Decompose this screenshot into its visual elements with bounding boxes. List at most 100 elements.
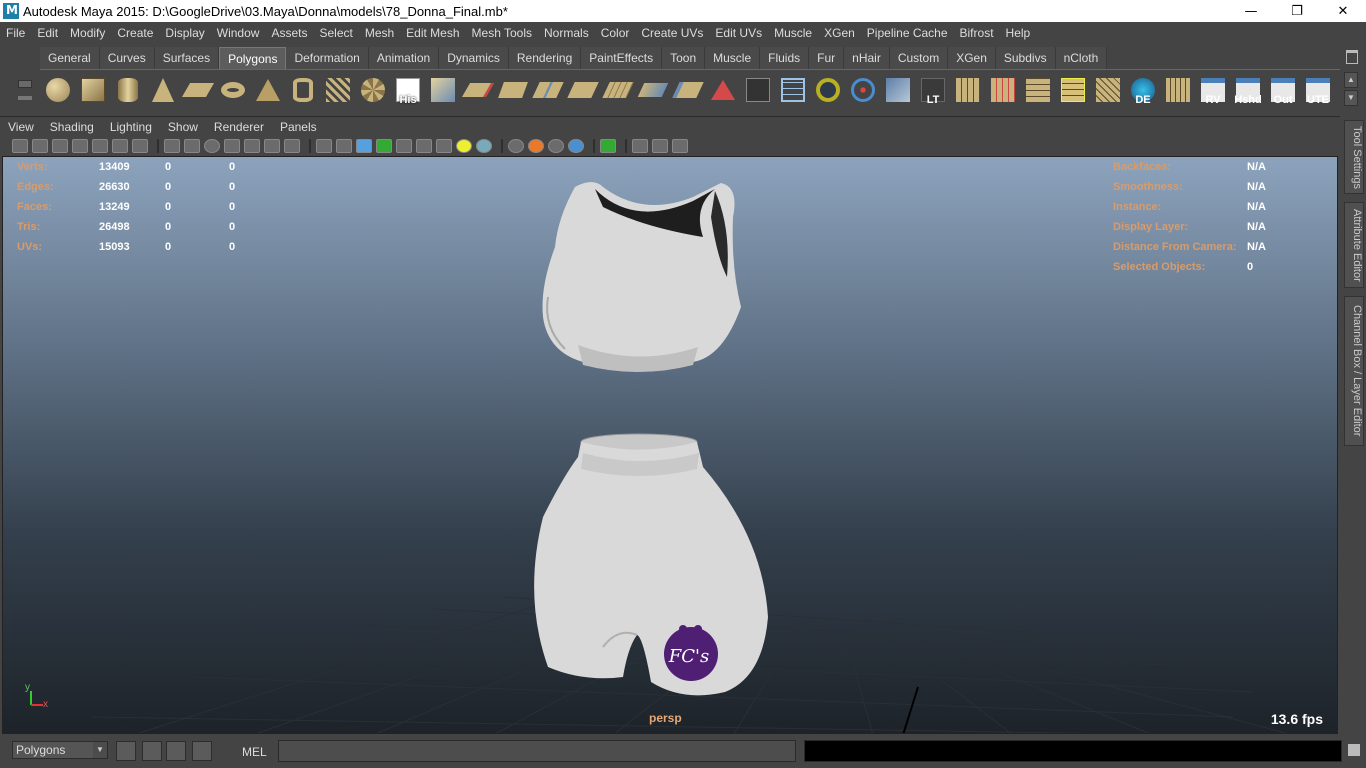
poly-pyramid-icon[interactable] xyxy=(252,74,284,106)
uv-move-icon[interactable] xyxy=(1092,74,1124,106)
smooth-shade-icon[interactable] xyxy=(184,139,200,153)
lt-icon[interactable]: LT xyxy=(917,74,949,106)
textured-icon[interactable] xyxy=(264,139,280,153)
tab-rendering[interactable]: Rendering xyxy=(508,47,582,69)
hud-icon[interactable] xyxy=(508,139,524,153)
panel-menu-lighting[interactable]: Lighting xyxy=(102,120,160,134)
poly-torus-icon[interactable] xyxy=(217,74,249,106)
screen-space-ao-icon[interactable] xyxy=(396,139,412,153)
panel-menu-renderer[interactable]: Renderer xyxy=(206,120,272,134)
menu-modify[interactable]: Modify xyxy=(64,26,111,40)
poly-pipe-icon[interactable] xyxy=(287,74,319,106)
menu-edit-uvs[interactable]: Edit UVs xyxy=(709,26,768,40)
menu-create[interactable]: Create xyxy=(111,26,159,40)
perspective-cube-icon[interactable] xyxy=(632,139,648,153)
mel-command-input[interactable] xyxy=(278,740,796,762)
motion-blur-icon[interactable] xyxy=(416,139,432,153)
camera-attributes-icon[interactable] xyxy=(52,139,68,153)
minimize-button[interactable]: — xyxy=(1228,0,1274,22)
tab-general[interactable]: General xyxy=(40,47,100,69)
rv-icon[interactable]: RV xyxy=(1197,74,1229,106)
trash-icon[interactable] xyxy=(1346,50,1358,64)
menu-xgen[interactable]: XGen xyxy=(818,26,861,40)
outliner-icon[interactable] xyxy=(166,741,186,761)
menu-file[interactable]: File xyxy=(0,26,31,40)
menu-assets[interactable]: Assets xyxy=(265,26,313,40)
combine-icon[interactable] xyxy=(672,74,704,106)
tab-attribute-editor[interactable]: Attribute Editor xyxy=(1344,202,1364,288)
tab-surfaces[interactable]: Surfaces xyxy=(154,47,220,69)
object-icon[interactable] xyxy=(882,74,914,106)
sphere-shade-icon[interactable] xyxy=(476,139,492,153)
menu-window[interactable]: Window xyxy=(211,26,266,40)
hshd-icon[interactable]: Hshd xyxy=(1232,74,1264,106)
tab-toon[interactable]: Toon xyxy=(662,47,706,69)
menu-muscle[interactable]: Muscle xyxy=(768,26,818,40)
transform-manip-icon[interactable] xyxy=(847,74,879,106)
out-icon[interactable]: Out xyxy=(1267,74,1299,106)
wireframe-on-shaded-icon[interactable] xyxy=(204,139,220,153)
menu-display[interactable]: Display xyxy=(159,26,210,40)
checker-icon[interactable] xyxy=(436,139,452,153)
xray-icon[interactable] xyxy=(224,139,240,153)
tab-fluids[interactable]: Fluids xyxy=(760,47,810,69)
split-polygon-icon[interactable] xyxy=(532,74,564,106)
image-plane-icon[interactable] xyxy=(92,139,108,153)
poly-sphere-icon[interactable] xyxy=(42,74,74,106)
append-polygon-icon[interactable] xyxy=(497,74,529,106)
wireframe-icon[interactable] xyxy=(777,74,809,106)
tab-channel-box-layer-editor[interactable]: Channel Box / Layer Editor xyxy=(1344,296,1364,446)
maximize-button[interactable]: ❐ xyxy=(1274,0,1320,22)
snap-icon[interactable] xyxy=(116,741,136,761)
menu-create-uvs[interactable]: Create UVs xyxy=(635,26,709,40)
poly-cylinder-icon[interactable] xyxy=(112,74,144,106)
uv-select-icon[interactable] xyxy=(1022,74,1054,106)
film-gate-icon[interactable] xyxy=(132,139,148,153)
menu-pipeline-cache[interactable]: Pipeline Cache xyxy=(861,26,954,40)
script-editor-icon[interactable] xyxy=(142,741,162,761)
lock-camera-icon[interactable] xyxy=(32,139,48,153)
ute-icon[interactable]: UTE xyxy=(1302,74,1334,106)
menu-mesh-tools[interactable]: Mesh Tools xyxy=(466,26,538,40)
menu-help[interactable]: Help xyxy=(1000,26,1037,40)
shorts-mesh[interactable] xyxy=(534,433,768,696)
share-icon[interactable] xyxy=(672,139,688,153)
insert-edge-loop-icon[interactable] xyxy=(567,74,599,106)
target-icon[interactable] xyxy=(812,74,844,106)
poly-helix-icon[interactable] xyxy=(322,74,354,106)
tab-animation[interactable]: Animation xyxy=(368,47,440,69)
selection-highlight-icon[interactable] xyxy=(600,139,616,153)
tab-ncloth[interactable]: nCloth xyxy=(1055,47,1108,69)
ortho-view-icon[interactable] xyxy=(652,139,668,153)
wireframe-mode-icon[interactable] xyxy=(164,139,180,153)
bookmark-icon[interactable] xyxy=(72,139,88,153)
tab-curves[interactable]: Curves xyxy=(99,47,155,69)
scroll-down-icon[interactable]: ▼ xyxy=(1344,90,1358,106)
merge-icon[interactable] xyxy=(637,74,669,106)
layers-icon[interactable] xyxy=(192,741,212,761)
menu-mesh[interactable]: Mesh xyxy=(359,26,400,40)
menu-edit-mesh[interactable]: Edit Mesh xyxy=(400,26,465,40)
tab-dynamics[interactable]: Dynamics xyxy=(439,47,509,69)
uv-layout-icon[interactable] xyxy=(952,74,984,106)
extrude-icon[interactable] xyxy=(427,74,459,106)
use-all-lights-icon[interactable] xyxy=(336,139,352,153)
tab-custom[interactable]: Custom xyxy=(889,47,949,69)
shadows-icon[interactable] xyxy=(356,139,372,153)
isolate-select-icon[interactable] xyxy=(376,139,392,153)
perspective-viewport[interactable]: FC's y x Verts: 13409 0 0 Edges: 26630 0… xyxy=(2,156,1338,734)
menu-bifrost[interactable]: Bifrost xyxy=(954,26,1000,40)
panel-menu-view[interactable]: View xyxy=(0,120,42,134)
shelf-scroll[interactable]: ▲ ▼ xyxy=(1344,72,1358,108)
paint-tool-icon[interactable] xyxy=(742,74,774,106)
menu-color[interactable]: Color xyxy=(595,26,636,40)
tab-subdivs[interactable]: Subdivs xyxy=(995,47,1056,69)
menu-normals[interactable]: Normals xyxy=(538,26,595,40)
poly-soccerball-icon[interactable] xyxy=(357,74,389,106)
tab-nhair[interactable]: nHair xyxy=(844,47,890,69)
tab-xgen[interactable]: XGen xyxy=(948,47,996,69)
sculpt-icon[interactable] xyxy=(707,74,739,106)
shelf-handle[interactable] xyxy=(10,48,36,112)
script-editor-button-icon[interactable] xyxy=(1348,744,1360,756)
depth-of-field-icon[interactable] xyxy=(548,139,564,153)
